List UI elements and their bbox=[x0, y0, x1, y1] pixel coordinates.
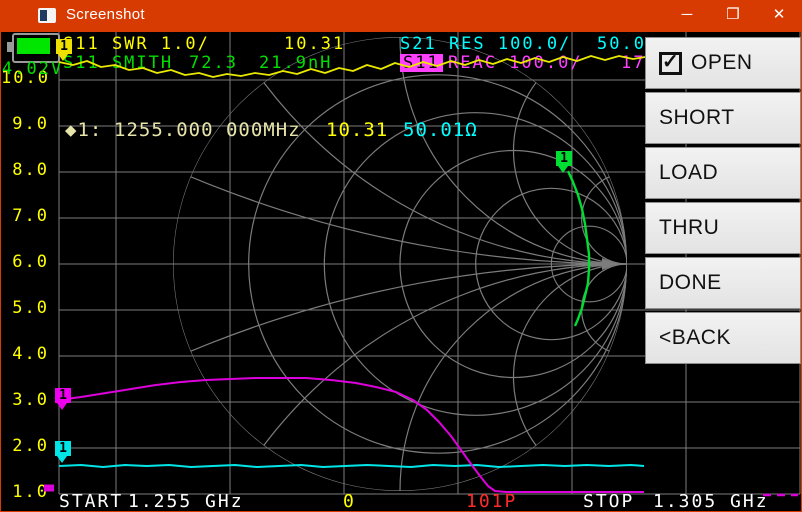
s11-smith-trace bbox=[568, 171, 589, 326]
menu-button-label: DONE bbox=[659, 271, 722, 295]
menu-button-short[interactable]: SHORT bbox=[645, 92, 801, 144]
menu-button-label: OPEN bbox=[691, 51, 753, 75]
app-window: Screenshot ─ ❒ ✕ 10.09.08.07.06.05.04.03… bbox=[0, 0, 802, 512]
edelay-value: 0 bbox=[343, 493, 356, 511]
menu-button-open[interactable]: OPEN bbox=[645, 37, 801, 89]
menu-button-back[interactable]: <BACK bbox=[645, 312, 801, 364]
close-button[interactable]: ✕ bbox=[756, 0, 802, 32]
s11-swr-trace bbox=[59, 56, 645, 77]
marker-flag[interactable]: 1 bbox=[56, 39, 72, 54]
menu-button-label: <BACK bbox=[659, 326, 731, 350]
s11-reac-trace bbox=[59, 378, 644, 492]
menu-button-label: SHORT bbox=[659, 106, 735, 130]
s21-res-trace bbox=[59, 465, 644, 467]
title-bar: Screenshot ─ ❒ ✕ bbox=[0, 0, 802, 32]
start-label: START bbox=[59, 493, 123, 511]
start-value: 1.255 GHz bbox=[128, 493, 244, 511]
menu-button-label: THRU bbox=[659, 216, 719, 240]
stop-value: 1.305 GHz bbox=[653, 493, 769, 511]
vna-screen: 10.09.08.07.06.05.04.03.02.01.0 4.02V S1… bbox=[1, 32, 801, 511]
window-title: Screenshot bbox=[66, 6, 145, 23]
marker-flag[interactable]: 1 bbox=[556, 151, 572, 166]
marker-flag[interactable]: 1 bbox=[55, 388, 71, 403]
app-icon bbox=[38, 8, 56, 23]
menu-button-done[interactable]: DONE bbox=[645, 257, 801, 309]
minimize-button[interactable]: ─ bbox=[664, 0, 710, 32]
stop-label: STOP bbox=[583, 493, 634, 511]
menu-button-load[interactable]: LOAD bbox=[645, 147, 801, 199]
sweep-points: 101P bbox=[466, 493, 517, 511]
calibration-menu: OPEN SHORT LOAD THRU DONE <BACK bbox=[645, 37, 801, 367]
marker-flag[interactable]: 1 bbox=[55, 441, 71, 456]
checked-checkbox-icon bbox=[659, 52, 682, 75]
menu-button-thru[interactable]: THRU bbox=[645, 202, 801, 254]
menu-button-label: LOAD bbox=[659, 161, 718, 185]
maximize-button[interactable]: ❒ bbox=[710, 0, 756, 32]
